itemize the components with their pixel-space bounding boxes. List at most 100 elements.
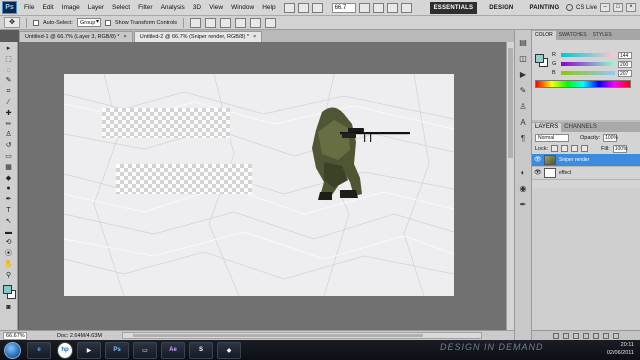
history-icon[interactable]: ◫ <box>517 54 529 64</box>
minimize-icon[interactable]: – <box>600 3 610 12</box>
arrange-documents-icon[interactable] <box>386 2 398 13</box>
menu-3d[interactable]: 3D <box>189 4 205 11</box>
dodge-tool-icon[interactable]: ● <box>3 184 15 193</box>
launch-bridge-icon[interactable] <box>283 2 295 13</box>
new-layer-icon[interactable] <box>603 332 609 339</box>
menu-image[interactable]: Image <box>58 4 84 11</box>
screen-mode-icon[interactable] <box>400 2 412 13</box>
auto-select-checkbox[interactable] <box>33 19 39 26</box>
align-bottom-icon[interactable] <box>220 17 232 28</box>
paths-icon[interactable]: ✒ <box>517 200 529 210</box>
visibility-eye-icon[interactable]: 👁 <box>534 157 542 164</box>
color-spectrum-ramp[interactable] <box>535 80 631 88</box>
actions-icon[interactable]: ▶ <box>517 70 529 80</box>
align-left-icon[interactable] <box>235 17 247 28</box>
horizontal-scroll-thumb[interactable] <box>132 334 423 337</box>
zoom-tool-icon[interactable] <box>372 2 384 13</box>
lasso-tool-icon[interactable]: ◌ <box>3 66 15 75</box>
foreground-color-swatch[interactable] <box>2 284 12 294</box>
canvas[interactable] <box>64 74 454 296</box>
workspace-essentials-button[interactable]: ESSENTIALS <box>429 1 478 14</box>
horizontal-scrollbar[interactable] <box>121 332 482 339</box>
pen-tool-icon[interactable]: ✒ <box>3 195 15 204</box>
zoom-tool-icon[interactable]: ⚲ <box>3 271 15 280</box>
fill-field[interactable]: 100% <box>612 144 628 153</box>
status-zoom-field[interactable]: 66.67% <box>3 331 27 340</box>
taskbar-skype[interactable]: S <box>189 341 213 359</box>
align-center-icon[interactable] <box>250 17 262 28</box>
lock-position-icon[interactable] <box>571 145 579 152</box>
workspace-design-button[interactable]: DESIGN <box>485 2 517 14</box>
color-panel-swatches[interactable] <box>535 54 549 68</box>
eyedropper-tool-icon[interactable]: ⁄ <box>3 98 15 107</box>
3d-camera-tool-icon[interactable]: ⦿ <box>3 249 15 258</box>
close-icon[interactable]: × <box>626 3 636 12</box>
menu-layer[interactable]: Layer <box>84 4 108 11</box>
taskbar-after-effects[interactable]: Ae <box>161 341 185 359</box>
menu-file[interactable]: File <box>20 4 38 11</box>
move-tool-preset-icon[interactable]: ✥ <box>4 17 20 28</box>
align-right-icon[interactable] <box>265 17 277 28</box>
workspace-painting-button[interactable]: PAINTING <box>525 2 563 14</box>
vertical-scroll-thumb[interactable] <box>508 48 513 158</box>
tab-styles[interactable]: STYLES <box>590 31 615 40</box>
character-icon[interactable]: A <box>517 118 529 128</box>
red-value-field[interactable]: 144 <box>618 51 632 59</box>
start-button[interactable] <box>4 341 21 359</box>
add-mask-icon[interactable] <box>573 332 579 339</box>
maximize-icon[interactable]: □ <box>613 3 623 12</box>
close-tab-icon[interactable]: × <box>124 34 127 40</box>
layer-style-icon[interactable] <box>563 332 569 339</box>
3d-rotate-tool-icon[interactable]: ⟲ <box>3 238 15 247</box>
blue-value-field[interactable]: 207 <box>618 69 632 77</box>
taskbar-internet-explorer[interactable]: e <box>27 341 51 359</box>
taskbar-hp-app[interactable]: hp <box>57 341 73 359</box>
new-group-icon[interactable] <box>593 332 599 339</box>
foreground-color-chip[interactable] <box>535 54 544 63</box>
brush-tool-icon[interactable]: ✏ <box>3 120 15 129</box>
lock-pixels-icon[interactable] <box>561 145 569 152</box>
blue-slider[interactable] <box>561 71 615 75</box>
crop-tool-icon[interactable]: ⌗ <box>3 87 15 96</box>
layer-effect[interactable]: 👁 effect <box>532 167 640 180</box>
brush-presets-icon[interactable]: ✎ <box>517 86 529 96</box>
cs-live-menu[interactable]: CS Live – □ × <box>565 3 640 12</box>
menu-window[interactable]: Window <box>227 4 258 11</box>
menu-filter[interactable]: Filter <box>134 4 156 11</box>
shape-tool-icon[interactable]: ▬ <box>3 228 15 237</box>
adjustments-icon[interactable]: ◐ <box>517 168 529 178</box>
tab-channels[interactable]: CHANNELS <box>561 123 600 132</box>
blur-tool-icon[interactable]: ◆ <box>3 174 15 183</box>
launch-mini-bridge-icon[interactable] <box>297 2 309 13</box>
tab-untitled-1[interactable]: Untitled-1 @ 66.7% (Layer 3, RGB/8) * × <box>19 31 133 42</box>
menu-view[interactable]: View <box>205 4 227 11</box>
document-size-info[interactable]: Doc: 2.64M/4.63M <box>57 333 102 339</box>
lock-all-icon[interactable] <box>581 145 589 152</box>
align-top-icon[interactable] <box>190 17 202 28</box>
quick-mask-icon[interactable]: ◙ <box>3 303 15 312</box>
paragraph-icon[interactable]: ¶ <box>517 134 529 144</box>
delete-layer-icon[interactable] <box>613 332 619 339</box>
green-value-field[interactable]: 200 <box>618 60 632 68</box>
clone-source-icon[interactable]: ♙ <box>517 102 529 112</box>
path-selection-tool-icon[interactable]: ↖ <box>3 217 15 226</box>
lock-transparency-icon[interactable] <box>551 145 559 152</box>
mini-bridge-icon[interactable]: ▤ <box>517 38 529 48</box>
green-slider[interactable] <box>561 62 615 66</box>
blend-mode-dropdown[interactable]: Normal <box>535 133 569 142</box>
masks-icon[interactable]: ◉ <box>517 184 529 194</box>
type-tool-icon[interactable]: T <box>3 206 15 215</box>
tab-untitled-2[interactable]: Untitled-2 @ 66.7% (Sniper render, RGB/8… <box>133 31 263 42</box>
taskbar-app[interactable]: ◆ <box>217 341 241 359</box>
clone-stamp-tool-icon[interactable]: ♙ <box>3 130 15 139</box>
close-tab-icon[interactable]: × <box>253 34 256 40</box>
opacity-field[interactable]: 100% <box>603 133 618 142</box>
taskbar-media-player[interactable]: ▶ <box>77 341 101 359</box>
red-slider[interactable] <box>561 53 615 57</box>
visibility-eye-icon[interactable]: 👁 <box>534 170 542 177</box>
marquee-tool-icon[interactable]: ⬚ <box>3 55 15 64</box>
tab-layers[interactable]: LAYERS <box>532 123 562 132</box>
hand-tool-icon[interactable] <box>358 2 370 13</box>
view-extras-icon[interactable] <box>311 2 323 13</box>
hand-tool-icon[interactable]: ✋ <box>3 260 15 269</box>
